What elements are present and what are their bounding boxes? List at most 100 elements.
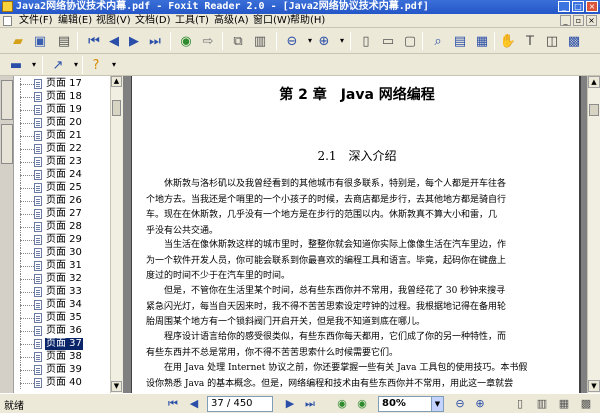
scroll-thumb[interactable]	[589, 104, 599, 116]
continuous-facing-icon[interactable]: ▩	[578, 396, 594, 412]
bookmark-panel-icon[interactable]: ▩	[564, 31, 584, 51]
tree-item-page[interactable]: 页面 29	[14, 234, 110, 246]
tree-item-page[interactable]: 页面 19	[14, 104, 110, 116]
tree-item-page[interactable]: 页面 21	[14, 130, 110, 142]
tree-item-page[interactable]: 页面 35	[14, 312, 110, 324]
zoom-input[interactable]: 80% ▼	[378, 396, 444, 412]
help-dropdown-icon[interactable]: ▾	[104, 55, 124, 75]
menu-edit[interactable]: 编辑(E)	[58, 14, 92, 28]
tree-item-page[interactable]: 页面 23	[14, 156, 110, 168]
previous-page-icon[interactable]: ◀	[104, 31, 124, 51]
tree-item-page[interactable]: 页面 26	[14, 195, 110, 207]
select-text-icon[interactable]: Ｔ	[520, 31, 540, 51]
scroll-down-icon[interactable]: ▼	[111, 381, 122, 392]
continuous-page-icon[interactable]: ▥	[534, 396, 550, 412]
tree-item-page[interactable]: 页面 39	[14, 364, 110, 376]
arrow-tool-icon[interactable]: ↗	[48, 55, 68, 75]
arrow-dropdown-icon[interactable]: ▾	[66, 55, 86, 75]
copy-icon[interactable]: ⧉	[228, 31, 248, 51]
facing-pages-icon[interactable]: ▦	[556, 396, 572, 412]
folder-open-icon[interactable]: ▰	[8, 31, 28, 51]
scroll-up-icon[interactable]: ▲	[588, 76, 600, 88]
mdi-minimize-button[interactable]: _	[560, 15, 571, 26]
forward-icon[interactable]: ◉	[354, 396, 370, 412]
tree-item-page[interactable]: 页面 37	[14, 338, 110, 350]
help-icon[interactable]: ?	[86, 55, 106, 75]
tree-item-page[interactable]: 页面 20	[14, 117, 110, 129]
print-icon[interactable]: ▤	[54, 31, 74, 51]
page-number-input[interactable]: 37 / 450	[207, 396, 273, 412]
menu-advanced[interactable]: 高级(A)	[214, 14, 249, 28]
maximize-button[interactable]: □	[572, 1, 584, 12]
menu-tools[interactable]: 工具(T)	[175, 14, 209, 28]
tree-item-page[interactable]: 页面 40	[14, 377, 110, 389]
paste-icon[interactable]: ▥	[250, 31, 270, 51]
continuous-page-icon[interactable]: ▦	[472, 31, 492, 51]
last-page-icon[interactable]: ⏭	[302, 396, 318, 412]
tab-pages[interactable]	[1, 124, 13, 164]
mdi-close-button[interactable]: ×	[586, 15, 597, 26]
next-page-icon[interactable]: ▶	[124, 31, 144, 51]
previous-page-icon[interactable]: ◀	[186, 396, 202, 412]
snapshot-icon[interactable]: ◫	[542, 31, 562, 51]
menu-file[interactable]: 文件(F)	[19, 14, 53, 28]
tree-item-page[interactable]: 页面 38	[14, 351, 110, 363]
tree-item-page[interactable]: 页面 25	[14, 182, 110, 194]
zoom-out-icon[interactable]: ⊖	[452, 396, 468, 412]
zoom-in-icon[interactable]: ⊕	[314, 31, 334, 51]
pdf-page[interactable]: 第 2 章 Java 网络编程 2.1 深入介绍 休斯敦与洛杉矶以及我曾经看到的…	[131, 76, 581, 393]
find-icon[interactable]: ⌕	[428, 31, 448, 51]
single-page-icon[interactable]: ▯	[512, 396, 528, 412]
save-icon[interactable]: ▣	[30, 31, 50, 51]
tree-item-page[interactable]: 页面 31	[14, 260, 110, 272]
secondary-toolbar: ▬ ▾ ↗ ▾ ? ▾	[0, 54, 600, 76]
menu-window[interactable]: 窗口(W)	[253, 14, 291, 28]
section-heading: 2.1 深入介绍	[317, 149, 397, 163]
tree-item-page[interactable]: 页面 27	[14, 208, 110, 220]
tree-item-page[interactable]: 页面 33	[14, 286, 110, 298]
first-page-icon[interactable]: ⏮	[84, 31, 104, 51]
zoom-out-icon[interactable]: ⊖	[282, 31, 302, 51]
last-page-icon[interactable]: ⏭	[145, 31, 165, 51]
scroll-down-icon[interactable]: ▼	[588, 380, 600, 392]
tab-bookmarks[interactable]	[1, 80, 13, 120]
app-icon[interactable]	[2, 1, 13, 12]
zoom-in-dropdown-icon[interactable]: ▾	[332, 31, 352, 51]
text-line: 当生活在像休斯敦这样的城市里时，整整你就会知道你实际上像像生活在汽车里边，作	[164, 240, 507, 250]
tree-item-page[interactable]: 页面 28	[14, 221, 110, 233]
mdi-restore-button[interactable]: ▫	[573, 15, 584, 26]
page-tree-scrollbar[interactable]: ▲ ▼	[110, 76, 122, 393]
tree-item-page[interactable]: 页面 17	[14, 78, 110, 90]
tree-item-page[interactable]: 页面 24	[14, 169, 110, 181]
fit-page-icon[interactable]: ▯	[356, 31, 376, 51]
document-icon[interactable]	[3, 16, 12, 26]
document-scrollbar[interactable]: ▲ ▼	[587, 76, 600, 393]
actual-size-icon[interactable]: ▢	[400, 31, 420, 51]
page-icon	[34, 339, 42, 349]
scroll-thumb[interactable]	[112, 100, 121, 116]
annotation-dropdown-icon[interactable]: ▾	[24, 55, 44, 75]
scroll-up-icon[interactable]: ▲	[111, 76, 122, 87]
zoom-in-icon[interactable]: ⊕	[472, 396, 488, 412]
next-page-icon[interactable]: ▶	[282, 396, 298, 412]
tree-item-page[interactable]: 页面 36	[14, 325, 110, 337]
menu-document[interactable]: 文档(D)	[135, 14, 171, 28]
chevron-down-icon[interactable]: ▼	[431, 397, 443, 411]
tree-item-page[interactable]: 页面 32	[14, 273, 110, 285]
back-icon[interactable]: ◉	[176, 31, 196, 51]
tree-item-page[interactable]: 页面 30	[14, 247, 110, 259]
tree-item-page[interactable]: 页面 34	[14, 299, 110, 311]
forward-icon[interactable]: ⇨	[198, 31, 218, 51]
close-button[interactable]: ×	[586, 1, 598, 12]
single-page-icon[interactable]: ▤	[450, 31, 470, 51]
fit-width-icon[interactable]: ▭	[378, 31, 398, 51]
minimize-button[interactable]: _	[558, 1, 570, 12]
back-icon[interactable]: ◉	[334, 396, 350, 412]
first-page-icon[interactable]: ⏮	[165, 396, 181, 412]
menu-view[interactable]: 视图(V)	[96, 14, 131, 28]
annotation-icon[interactable]: ▬	[6, 55, 26, 75]
tree-item-page[interactable]: 页面 22	[14, 143, 110, 155]
hand-tool-icon[interactable]: ✋	[498, 31, 518, 51]
menu-help[interactable]: 帮助(H)	[290, 14, 325, 28]
tree-item-page[interactable]: 页面 18	[14, 91, 110, 103]
